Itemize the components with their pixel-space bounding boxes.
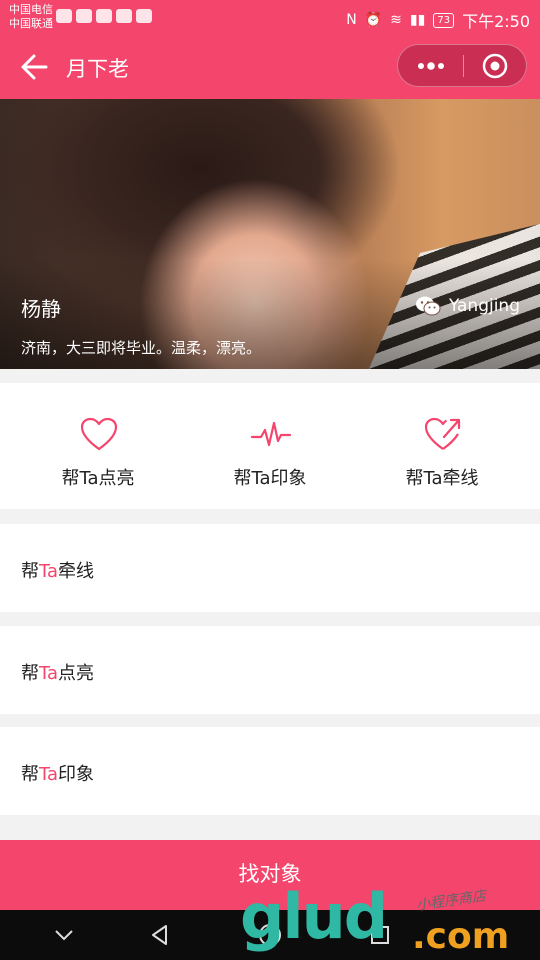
- capsule-divider: [463, 55, 464, 77]
- profile-description: 济南，大三即将毕业。温柔，漂亮。: [21, 339, 262, 357]
- status-bar: 中国电信 中国联通 N ⏰ ≋ ▮▮ 73 下午2:50: [0, 0, 540, 34]
- menu-row-impression[interactable]: 帮Ta印象: [0, 727, 540, 815]
- menu-prefix: 帮: [21, 663, 39, 684]
- menu-suffix: 点亮: [58, 663, 95, 684]
- profile-name: 杨静: [21, 297, 61, 321]
- carrier-labels: 中国电信 中国联通: [9, 3, 53, 31]
- carrier-1: 中国电信: [9, 3, 53, 16]
- action-matchmake[interactable]: 帮Ta牵线: [352, 383, 532, 509]
- action-panel: 帮Ta点亮 帮Ta印象 帮Ta牵线: [0, 383, 540, 509]
- heartbeat-icon: [250, 421, 292, 447]
- action-matchmake-label: 帮Ta牵线: [405, 468, 479, 489]
- action-impression-label: 帮Ta印象: [233, 468, 307, 489]
- menu-row-label: 帮Ta点亮: [21, 659, 94, 685]
- back-triangle-icon[interactable]: [147, 922, 173, 948]
- message-notify-icon: [96, 9, 112, 23]
- menu-row-label: 帮Ta牵线: [21, 557, 94, 583]
- menu-highlight: Ta: [39, 663, 59, 684]
- clock: 下午2:50: [462, 12, 530, 31]
- home-circle-icon[interactable]: [257, 922, 283, 948]
- page-title: 月下老: [66, 57, 129, 81]
- battery-icon: 73: [433, 12, 455, 28]
- heart-arrow-icon: [424, 417, 461, 450]
- carrier-2: 中国联通: [9, 17, 53, 30]
- chevron-down-icon[interactable]: [51, 922, 77, 948]
- system-nav-bar: [0, 910, 540, 960]
- action-light-up-label: 帮Ta点亮: [61, 468, 135, 489]
- menu-highlight: Ta: [39, 561, 59, 582]
- menu-suffix: 印象: [58, 764, 95, 785]
- alarm-icon: ⏰: [364, 12, 383, 28]
- more-icon[interactable]: [416, 57, 446, 75]
- find-partner-button[interactable]: 找对象: [0, 840, 540, 910]
- signal-icon: ▮▮: [409, 12, 426, 28]
- menu-prefix: 帮: [21, 764, 39, 785]
- recents-square-icon[interactable]: [367, 922, 393, 948]
- wechat-id: Yangjing: [415, 295, 520, 317]
- wechat-notify-icon: [56, 9, 72, 23]
- app-notify-icon: [76, 9, 92, 23]
- menu-row-matchmake[interactable]: 帮Ta牵线: [0, 524, 540, 612]
- menu-row-label: 帮Ta印象: [21, 760, 94, 786]
- close-target-icon[interactable]: [482, 53, 508, 79]
- menu-highlight: Ta: [39, 764, 59, 785]
- wechat-id-text: Yangjing: [448, 296, 520, 316]
- menu-prefix: 帮: [21, 561, 39, 582]
- status-right: N ⏰ ≋ ▮▮ 73 下午2:50: [346, 8, 530, 32]
- nfc-icon: N: [346, 12, 357, 28]
- app2-notify-icon: [136, 9, 152, 23]
- gallery-notify-icon: [116, 9, 132, 23]
- notification-icons: [56, 9, 152, 23]
- wechat-icon: [415, 296, 441, 316]
- menu-row-light-up[interactable]: 帮Ta点亮: [0, 626, 540, 714]
- mini-program-capsule: [397, 44, 527, 87]
- profile-banner: 杨静 Yangjing 济南，大三即将毕业。温柔，漂亮。: [0, 99, 540, 369]
- action-light-up[interactable]: 帮Ta点亮: [8, 383, 188, 509]
- action-impression[interactable]: 帮Ta印象: [180, 383, 360, 509]
- heart-icon: [80, 417, 118, 451]
- back-arrow-icon[interactable]: [20, 54, 48, 80]
- nav-bar: 月下老: [0, 34, 540, 99]
- menu-suffix: 牵线: [58, 561, 95, 582]
- wifi-icon: ≋: [390, 12, 402, 28]
